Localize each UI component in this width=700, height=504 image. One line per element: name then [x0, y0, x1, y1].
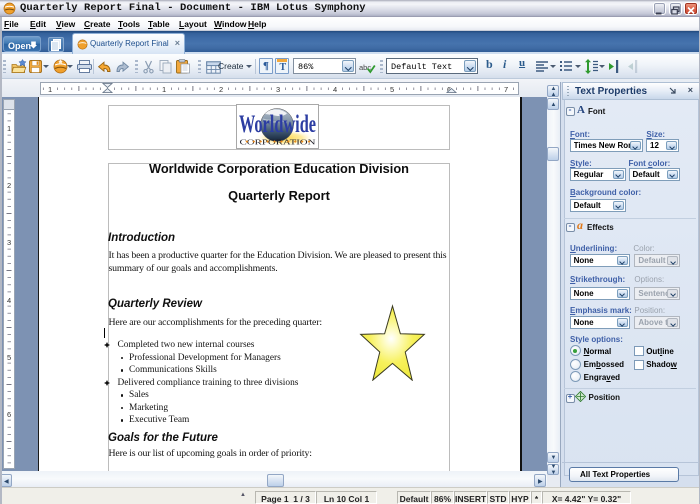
- svg-text:CORPORATION: CORPORATION: [240, 139, 316, 147]
- svg-text:Worldwide: Worldwide: [239, 111, 316, 138]
